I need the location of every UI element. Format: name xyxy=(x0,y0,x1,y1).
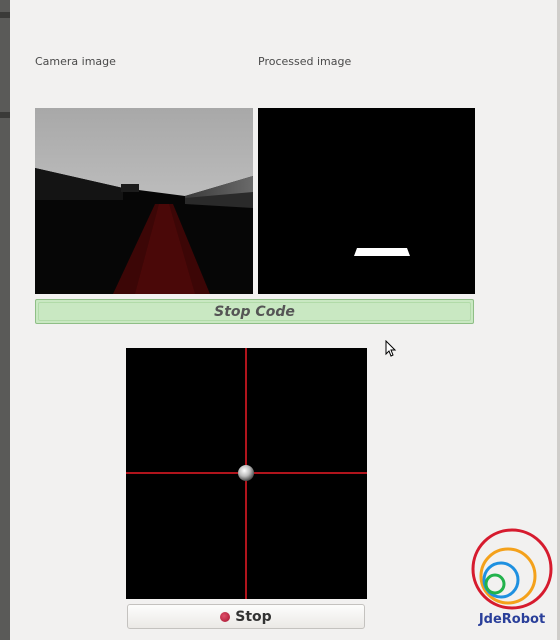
window-edge-left xyxy=(0,0,10,640)
window-edge-notch xyxy=(0,112,10,118)
top-bar xyxy=(10,0,557,20)
jderobot-logo-text: JdeRobot xyxy=(478,612,546,627)
jderobot-logo-icon xyxy=(471,528,553,610)
camera-image-render xyxy=(35,108,253,294)
camera-image xyxy=(35,108,253,294)
teleoperator-pad[interactable] xyxy=(126,348,367,599)
teleoperator-canvas[interactable] xyxy=(126,348,367,599)
processed-image-render xyxy=(258,108,475,294)
joystick-handle[interactable] xyxy=(238,465,254,481)
camera-image-label: Camera image xyxy=(35,55,116,68)
record-icon xyxy=(220,611,231,622)
stop-code-button[interactable]: Stop Code xyxy=(35,299,474,324)
processed-image xyxy=(258,108,475,294)
processed-image-label: Processed image xyxy=(258,55,352,68)
stop-code-button-label: Stop Code xyxy=(214,303,295,320)
mouse-cursor-icon xyxy=(385,340,397,357)
stop-button-label: Stop xyxy=(235,608,272,625)
window-edge-notch xyxy=(0,12,10,18)
jderobot-logo: JdeRobot xyxy=(468,526,556,630)
stop-button[interactable]: Stop xyxy=(127,604,365,629)
